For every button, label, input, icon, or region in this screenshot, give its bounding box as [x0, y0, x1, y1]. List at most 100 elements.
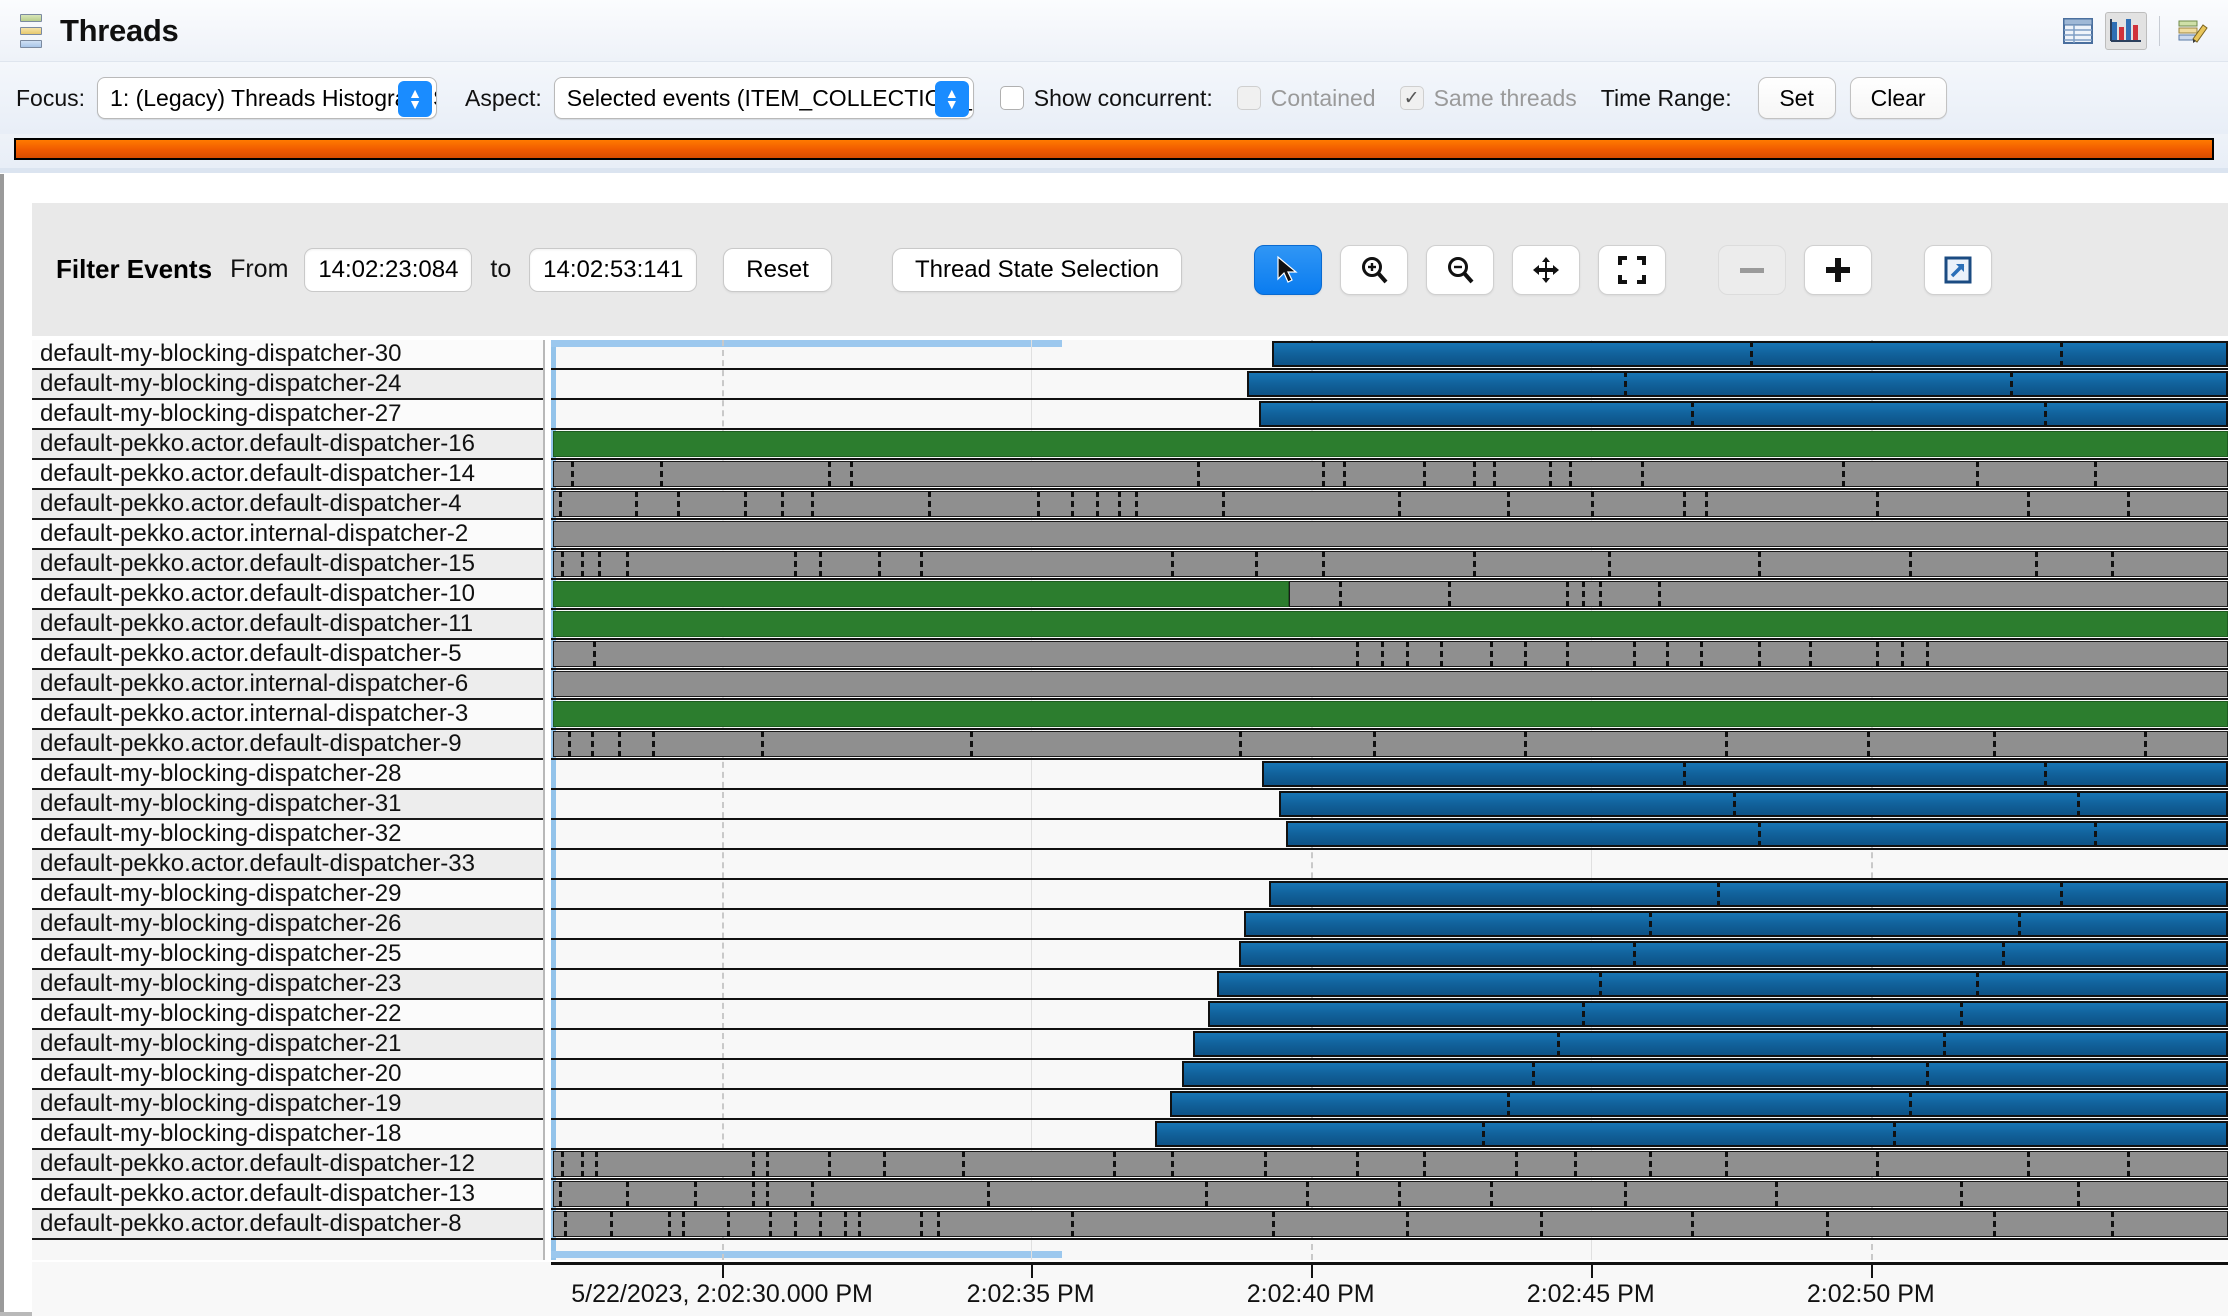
table-view-icon[interactable]: [2057, 12, 2099, 50]
overview-range-band[interactable]: [14, 138, 2214, 160]
timeline-bar[interactable]: [1169, 1091, 2228, 1117]
thread-label-row[interactable]: default-my-blocking-dispatcher-25: [32, 940, 543, 970]
thread-label-row[interactable]: default-my-blocking-dispatcher-30: [32, 340, 543, 370]
thread-timeline-row[interactable]: [551, 700, 2228, 730]
time-range-clear-button[interactable]: Clear: [1849, 77, 1947, 119]
thread-timeline-row[interactable]: [551, 880, 2228, 910]
thread-timeline-row[interactable]: [551, 1060, 2228, 1090]
thread-plot-column[interactable]: [551, 340, 2228, 1260]
thread-label-row[interactable]: default-pekko.actor.default-dispatcher-8: [32, 1210, 543, 1240]
thread-timeline-row[interactable]: [551, 820, 2228, 850]
thread-timeline-row[interactable]: [551, 760, 2228, 790]
timeline-bar[interactable]: [1181, 1061, 2228, 1087]
thread-timeline-row[interactable]: [551, 1090, 2228, 1120]
open-external-button[interactable]: [1924, 244, 1993, 295]
thread-label-row[interactable]: default-my-blocking-dispatcher-24: [32, 370, 543, 400]
zoom-in-tool[interactable]: [1340, 244, 1409, 295]
timeline-bar[interactable]: [1238, 941, 2228, 967]
fit-tool[interactable]: [1598, 244, 1667, 295]
timeline-bar[interactable]: [552, 671, 2228, 697]
thread-timeline-row[interactable]: [551, 490, 2228, 520]
thread-label-row[interactable]: default-my-blocking-dispatcher-29: [32, 880, 543, 910]
thread-label-row[interactable]: default-pekko.actor.internal-dispatcher-…: [32, 520, 543, 550]
thread-timeline-row[interactable]: [551, 970, 2228, 1000]
thread-timeline-row[interactable]: [551, 430, 2228, 460]
thread-timeline-row[interactable]: [551, 370, 2228, 400]
time-selection-bottom-handle[interactable]: [551, 1251, 1063, 1258]
thread-timeline-row[interactable]: [551, 550, 2228, 580]
edit-icon[interactable]: [2172, 12, 2214, 50]
thread-state-selection-button[interactable]: Thread State Selection: [891, 247, 1183, 292]
thread-timeline-row[interactable]: [551, 340, 2228, 370]
timeline-bar[interactable]: [552, 1181, 2228, 1207]
thread-timeline-row[interactable]: [551, 730, 2228, 760]
thread-label-row[interactable]: default-pekko.actor.default-dispatcher-1…: [32, 460, 543, 490]
thread-label-row[interactable]: default-my-blocking-dispatcher-27: [32, 400, 543, 430]
thread-label-row[interactable]: default-pekko.actor.default-dispatcher-1…: [32, 610, 543, 640]
timeline-bar[interactable]: [552, 731, 2228, 757]
timeline-bar[interactable]: [1258, 401, 2228, 427]
thread-label-row[interactable]: default-my-blocking-dispatcher-22: [32, 1000, 543, 1030]
thread-timeline-row[interactable]: [551, 910, 2228, 940]
thread-timeline-row[interactable]: [551, 1180, 2228, 1210]
thread-label-row[interactable]: default-my-blocking-dispatcher-19: [32, 1090, 543, 1120]
thread-timeline-row[interactable]: [551, 1210, 2228, 1240]
timeline-bar[interactable]: [552, 551, 2228, 577]
time-range-set-button[interactable]: Set: [1757, 77, 1836, 119]
thread-label-row[interactable]: default-pekko.actor.default-dispatcher-5: [32, 640, 543, 670]
timeline-bar[interactable]: [1243, 911, 2228, 937]
cursor-select-tool[interactable]: [1254, 244, 1323, 295]
reset-button[interactable]: Reset: [723, 247, 832, 292]
thread-label-row[interactable]: default-pekko.actor.default-dispatcher-3…: [32, 850, 543, 880]
thread-label-row[interactable]: default-my-blocking-dispatcher-23: [32, 970, 543, 1000]
timeline-bar[interactable]: [1216, 971, 2228, 997]
aspect-select[interactable]: Selected events (ITEM_COLLECTION_DESC) ▲…: [553, 77, 974, 119]
to-time-input[interactable]: 14:02:53:141: [529, 247, 698, 292]
timeline-bar[interactable]: [552, 491, 2228, 517]
thread-label-row[interactable]: default-my-blocking-dispatcher-28: [32, 760, 543, 790]
thread-timeline-row[interactable]: [551, 610, 2228, 640]
thread-timeline-row[interactable]: [551, 1000, 2228, 1030]
thread-timeline-row[interactable]: [551, 940, 2228, 970]
thread-label-row[interactable]: default-pekko.actor.default-dispatcher-1…: [32, 1150, 543, 1180]
decrease-rows-button[interactable]: [1718, 244, 1787, 295]
thread-timeline-row[interactable]: [551, 580, 2228, 610]
thread-label-row[interactable]: default-my-blocking-dispatcher-18: [32, 1120, 543, 1150]
timeline-bar[interactable]: [1246, 371, 2228, 397]
thread-label-row[interactable]: default-pekko.actor.default-dispatcher-1…: [32, 1180, 543, 1210]
thread-timeline-row[interactable]: [551, 1120, 2228, 1150]
timeline-bar[interactable]: [552, 431, 2228, 457]
thread-label-row[interactable]: default-my-blocking-dispatcher-31: [32, 790, 543, 820]
thread-timeline-row[interactable]: [551, 1150, 2228, 1180]
thread-timeline-row[interactable]: [551, 460, 2228, 490]
timeline-bar[interactable]: [552, 611, 2228, 637]
timeline-bar[interactable]: [552, 701, 2228, 727]
thread-label-row[interactable]: default-my-blocking-dispatcher-21: [32, 1030, 543, 1060]
thread-timeline-row[interactable]: [551, 670, 2228, 700]
thread-timeline-row[interactable]: [551, 520, 2228, 550]
thread-label-row[interactable]: default-my-blocking-dispatcher-32: [32, 820, 543, 850]
thread-label-column[interactable]: default-my-blocking-dispatcher-30 default…: [32, 340, 545, 1260]
thread-timeline-row[interactable]: [551, 1030, 2228, 1060]
thread-label-row[interactable]: default-pekko.actor.internal-dispatcher-…: [32, 700, 543, 730]
focus-select[interactable]: 1: (Legacy) Threads Histogram S ▲ ▼: [97, 77, 438, 119]
thread-timeline-row[interactable]: [551, 400, 2228, 430]
timeline-bar[interactable]: [552, 521, 2228, 547]
thread-label-row[interactable]: default-pekko.actor.default-dispatcher-9: [32, 730, 543, 760]
thread-timeline-row[interactable]: [551, 640, 2228, 670]
timeline-bar[interactable]: [1285, 821, 2228, 847]
thread-timeline-row[interactable]: [551, 790, 2228, 820]
timeline-bar[interactable]: [1193, 1031, 2228, 1057]
thread-label-row[interactable]: default-pekko.actor.default-dispatcher-1…: [32, 550, 543, 580]
thread-label-row[interactable]: default-pekko.actor.default-dispatcher-1…: [32, 580, 543, 610]
timeline-bar[interactable]: [552, 641, 2228, 667]
timeline-bar[interactable]: [1288, 581, 2228, 607]
timeline-bar[interactable]: [1208, 1001, 2228, 1027]
timeline-bar[interactable]: [552, 581, 1289, 607]
show-concurrent-checkbox[interactable]: [999, 86, 1024, 110]
thread-label-row[interactable]: default-my-blocking-dispatcher-26: [32, 910, 543, 940]
thread-label-row[interactable]: default-pekko.actor.internal-dispatcher-…: [32, 670, 543, 700]
thread-label-row[interactable]: default-pekko.actor.default-dispatcher-4: [32, 490, 543, 520]
increase-rows-button[interactable]: [1804, 244, 1873, 295]
thread-timeline-row[interactable]: [551, 850, 2228, 880]
